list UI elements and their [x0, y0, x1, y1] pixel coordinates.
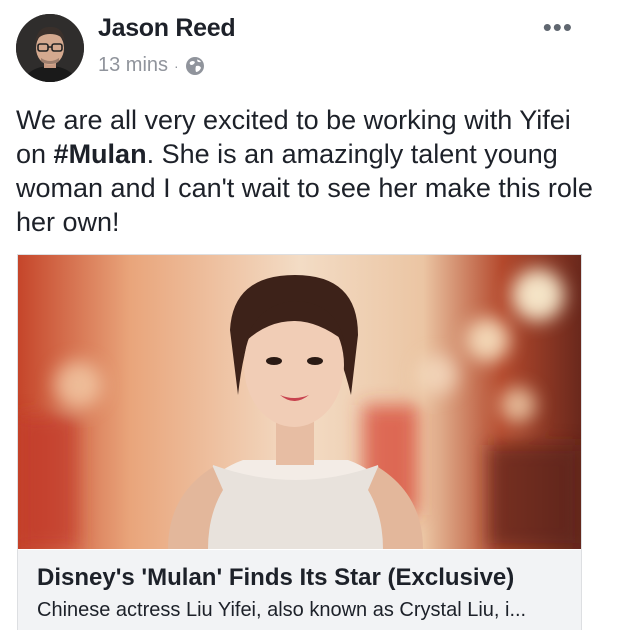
globe-icon[interactable]: [185, 56, 205, 76]
post-meta: 13 mins ·: [98, 54, 205, 77]
post-timestamp[interactable]: 13 mins: [98, 54, 168, 77]
hashtag-link[interactable]: #Mulan: [54, 139, 147, 169]
avatar-photo: [16, 14, 84, 82]
author-name[interactable]: Jason Reed: [98, 14, 236, 43]
link-preview-card[interactable]: Disney's 'Mulan' Finds Its Star (Exclusi…: [17, 254, 582, 630]
avatar[interactable]: [16, 14, 84, 82]
more-options-button[interactable]: •••: [543, 14, 573, 40]
post-body: We are all very excited to be working wi…: [16, 103, 596, 239]
link-preview-details[interactable]: Disney's 'Mulan' Finds Its Star (Exclusi…: [18, 550, 581, 630]
meta-separator: ·: [174, 57, 179, 74]
link-preview-image[interactable]: [18, 255, 581, 549]
more-dots-icon: •••: [542, 12, 573, 42]
link-preview-description: Chinese actress Liu Yifei, also known as…: [37, 599, 527, 621]
link-preview-title[interactable]: Disney's 'Mulan' Finds Its Star (Exclusi…: [37, 564, 514, 592]
